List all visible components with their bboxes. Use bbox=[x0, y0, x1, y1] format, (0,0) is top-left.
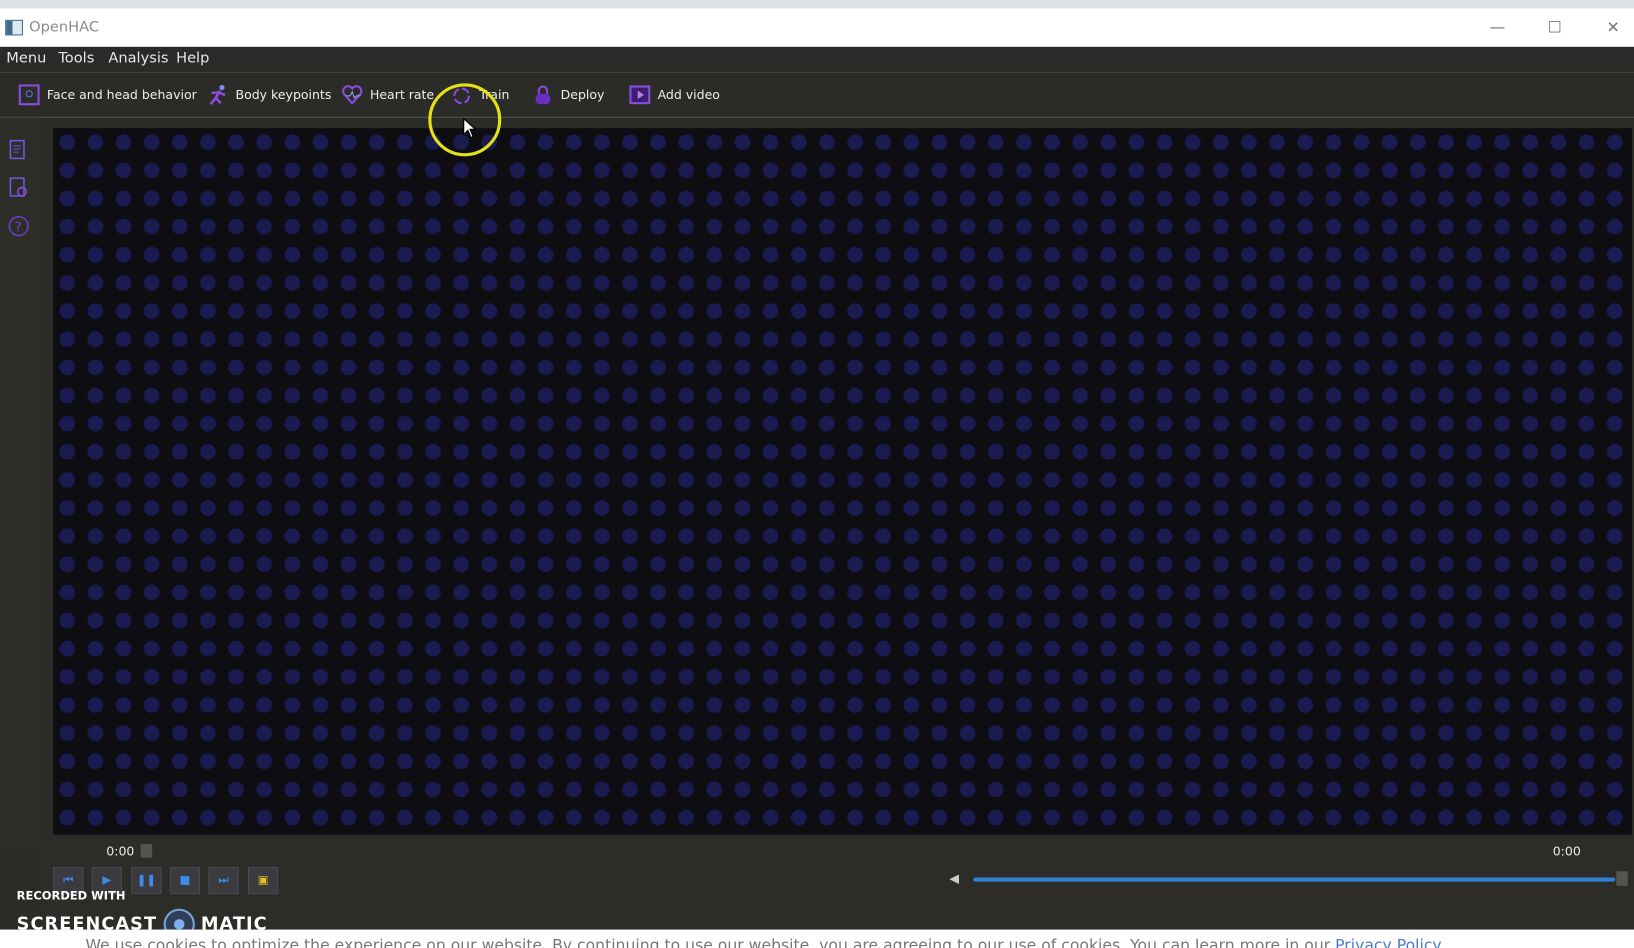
add-video-button[interactable]: Add video bbox=[628, 82, 720, 107]
menu-menu[interactable]: Menu bbox=[6, 50, 46, 67]
privacy-policy-link[interactable]: Privacy Policy bbox=[1335, 936, 1442, 948]
heart-rate-button[interactable]: Heart rate bbox=[341, 82, 434, 107]
window-title: OpenHAC bbox=[29, 18, 100, 36]
seek-slider[interactable] bbox=[140, 844, 153, 858]
running-body-icon bbox=[209, 84, 226, 106]
menu-tools[interactable]: Tools bbox=[58, 50, 94, 67]
menu-analysis[interactable]: Analysis bbox=[108, 50, 168, 67]
document-search-icon[interactable] bbox=[7, 176, 30, 199]
stop-button[interactable]: ■ bbox=[169, 867, 201, 895]
total-time: 0:00 bbox=[1552, 844, 1581, 859]
close-button[interactable]: ✕ bbox=[1598, 15, 1629, 40]
body-keypoints-label: Body keypoints bbox=[235, 87, 332, 103]
add-video-label: Add video bbox=[657, 87, 720, 103]
volume-handle[interactable] bbox=[1616, 871, 1628, 886]
menu-help[interactable]: Help bbox=[176, 50, 209, 67]
cookie-banner: We use cookies to optimize the experienc… bbox=[0, 929, 1634, 948]
deploy-lock-icon bbox=[535, 85, 551, 105]
maximize-button[interactable]: ☐ bbox=[1539, 15, 1570, 40]
player-controls bbox=[41, 835, 1634, 930]
heart-rate-label: Heart rate bbox=[369, 87, 435, 103]
app-icon bbox=[5, 19, 23, 36]
help-icon[interactable]: ? bbox=[7, 215, 30, 238]
heart-pulse-icon bbox=[342, 85, 363, 105]
current-time: 0:00 bbox=[106, 844, 135, 859]
face-head-label: Face and head behavior bbox=[46, 87, 197, 103]
svg-text:?: ? bbox=[15, 219, 22, 235]
body-keypoints-button[interactable]: Body keypoints bbox=[206, 82, 331, 107]
volume-icon[interactable]: ◀ bbox=[949, 871, 959, 886]
left-sidebar: ? bbox=[0, 117, 42, 848]
toolbar: Face and head behavior Body keypoints He… bbox=[0, 72, 1634, 118]
document-edit-icon[interactable] bbox=[7, 139, 30, 162]
volume-slider[interactable] bbox=[973, 877, 1616, 882]
deploy-label: Deploy bbox=[560, 87, 605, 103]
title-bar: OpenHAC — ☐ ✕ bbox=[0, 8, 1634, 47]
cookie-text: We use cookies to optimize the experienc… bbox=[85, 935, 1336, 948]
mouse-cursor-icon bbox=[463, 117, 477, 139]
snapshot-button[interactable]: ▣ bbox=[248, 867, 279, 895]
watermark-recorded: RECORDED WITH bbox=[16, 888, 126, 903]
video-add-icon bbox=[629, 85, 651, 105]
video-display[interactable] bbox=[53, 128, 1632, 835]
minimize-button[interactable]: — bbox=[1482, 15, 1513, 40]
skip-forward-button[interactable]: ⏭ bbox=[208, 867, 239, 895]
face-frame-icon bbox=[18, 84, 40, 106]
deploy-button[interactable]: Deploy bbox=[531, 82, 604, 107]
face-head-button[interactable]: Face and head behavior bbox=[18, 82, 197, 107]
menu-bar: Menu Tools Analysis Help bbox=[0, 46, 1634, 73]
pause-button[interactable]: ❚❚ bbox=[131, 867, 162, 895]
